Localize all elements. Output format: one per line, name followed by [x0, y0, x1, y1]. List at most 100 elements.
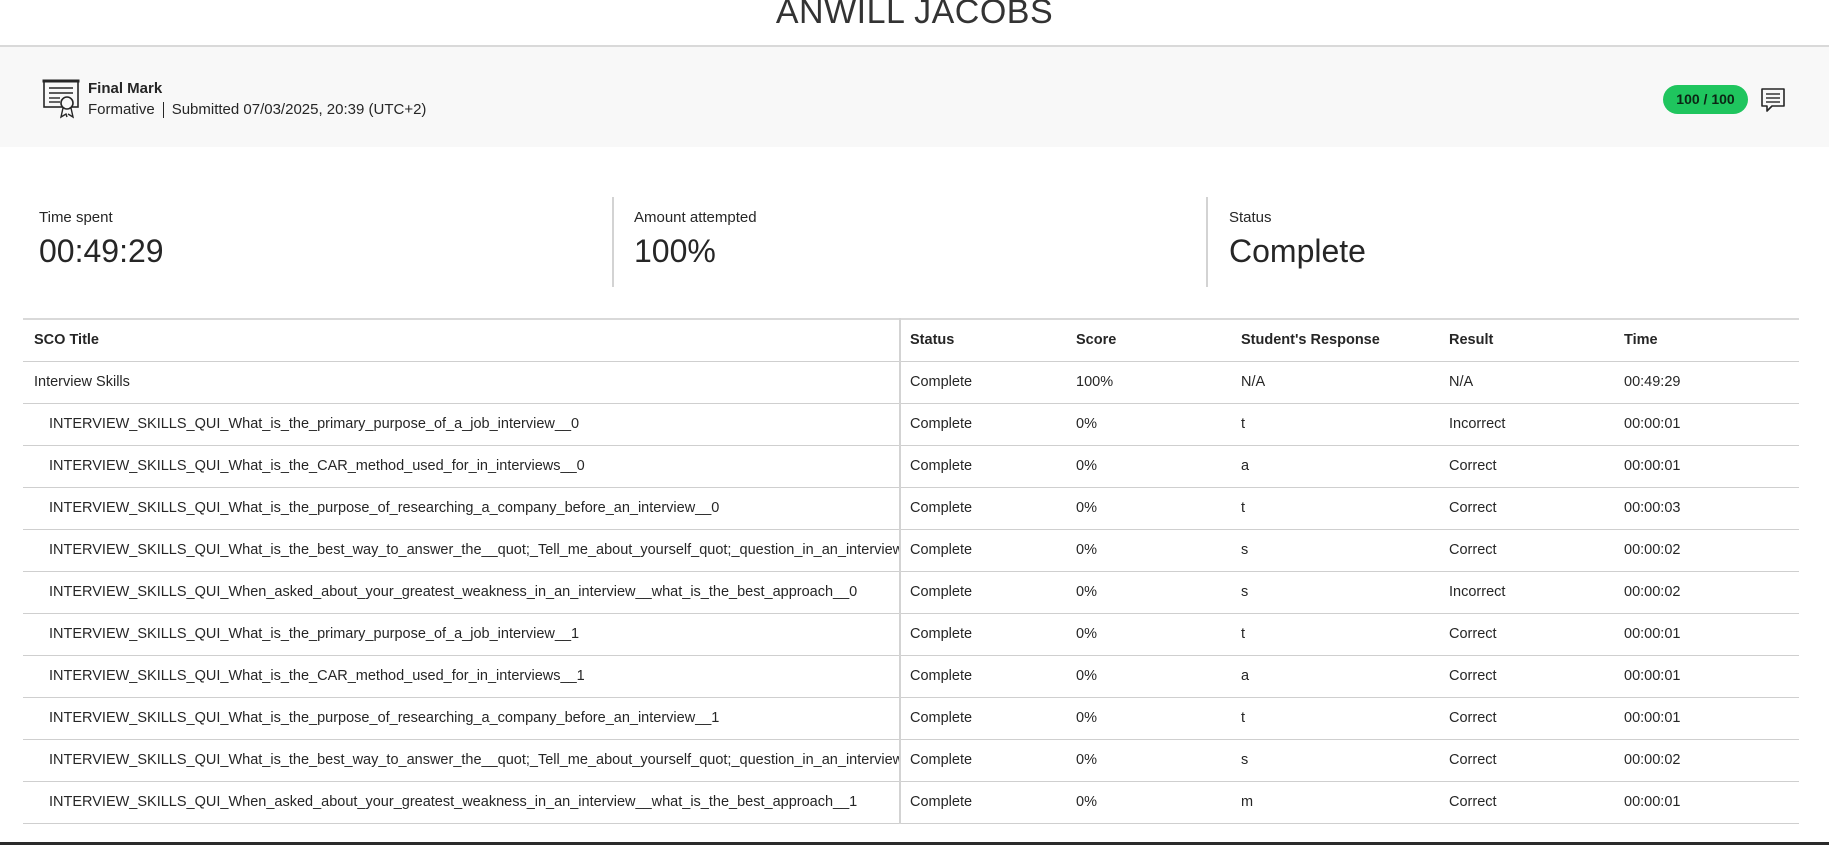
cell-status: Complete — [910, 584, 973, 600]
cell-response: t — [1241, 626, 1246, 642]
cell-status: Complete — [910, 794, 973, 810]
cell-result: Correct — [1449, 626, 1497, 642]
column-header-response: Student's Response — [1241, 332, 1380, 349]
cell-time: 00:49:29 — [1624, 374, 1681, 390]
stat-value: 100% — [634, 233, 716, 269]
cell-status: Complete — [910, 374, 973, 390]
cell-score: 0% — [1076, 626, 1097, 642]
cell-sco-title: INTERVIEW_SKILLS_QUI_What_is_the_primary… — [23, 403, 901, 445]
cell-status: Complete — [910, 500, 973, 516]
comment-icon[interactable] — [1760, 87, 1786, 113]
cell-status: Complete — [910, 710, 973, 726]
cell-response: t — [1241, 500, 1246, 516]
stat-time-spent: Time spent 00:49:29 — [39, 197, 599, 287]
sco-table-container: SCO Title Status Score Student's Respons… — [23, 318, 1799, 824]
table-header-row: SCO Title Status Score Student's Respons… — [23, 319, 1799, 361]
cell-response: m — [1241, 794, 1254, 810]
cell-sco-title: INTERVIEW_SKILLS_QUI_What_is_the_CAR_met… — [23, 445, 901, 487]
cell-time: 00:00:02 — [1624, 542, 1681, 558]
cell-response: a — [1241, 458, 1250, 474]
column-header-status: Status — [910, 332, 955, 349]
table-row: INTERVIEW_SKILLS_QUI_What_is_the_best_wa… — [23, 529, 1799, 571]
column-header-result: Result — [1449, 332, 1494, 349]
cell-sco-title: Interview Skills — [23, 361, 901, 403]
table-row: INTERVIEW_SKILLS_QUI_What_is_the_purpose… — [23, 697, 1799, 739]
cell-sco-title: INTERVIEW_SKILLS_QUI_What_is_the_purpose… — [23, 697, 901, 739]
stat-label: Time spent — [39, 209, 113, 226]
cell-time: 00:00:02 — [1624, 584, 1681, 600]
cell-response: s — [1241, 584, 1249, 600]
grade-title: Final Mark — [88, 80, 163, 97]
grade-panel: Final Mark Formative Submitted 07/03/202… — [0, 47, 1829, 147]
cell-result: Incorrect — [1449, 584, 1506, 600]
meta-divider — [162, 101, 164, 118]
cell-response: s — [1241, 542, 1249, 558]
cell-status: Complete — [910, 542, 973, 558]
stat-amount-attempted: Amount attempted 100% — [634, 197, 1194, 287]
cell-result: Correct — [1449, 710, 1497, 726]
column-header-sco-title: SCO Title — [23, 319, 901, 361]
cell-result: N/A — [1449, 374, 1474, 390]
stat-label: Amount attempted — [634, 209, 757, 226]
cell-result: Correct — [1449, 542, 1497, 558]
submission-date: Submitted 07/03/2025, 20:39 (UTC+2) — [171, 101, 427, 118]
cell-score: 0% — [1076, 668, 1097, 684]
table-row: INTERVIEW_SKILLS_QUI_What_is_the_best_wa… — [23, 739, 1799, 781]
cell-response: a — [1241, 668, 1250, 684]
cell-score: 0% — [1076, 794, 1097, 810]
certificate-icon — [42, 79, 80, 119]
cell-time: 00:00:01 — [1624, 626, 1681, 642]
cell-time: 00:00:01 — [1624, 458, 1681, 474]
cell-response: t — [1241, 416, 1246, 432]
student-name: ANWILL JACOBS — [775, 0, 1054, 31]
cell-sco-title: INTERVIEW_SKILLS_QUI_What_is_the_best_wa… — [23, 529, 901, 571]
cell-sco-title: INTERVIEW_SKILLS_QUI_When_asked_about_yo… — [23, 571, 901, 613]
stat-label: Status — [1229, 209, 1272, 226]
cell-score: 0% — [1076, 710, 1097, 726]
cell-sco-title: INTERVIEW_SKILLS_QUI_What_is_the_CAR_met… — [23, 655, 901, 697]
cell-sco-title: INTERVIEW_SKILLS_QUI_What_is_the_primary… — [23, 613, 901, 655]
cell-response: s — [1241, 752, 1249, 768]
cell-result: Incorrect — [1449, 416, 1506, 432]
table-row: INTERVIEW_SKILLS_QUI_What_is_the_CAR_met… — [23, 655, 1799, 697]
column-header-time: Time — [1624, 332, 1658, 349]
table-row: INTERVIEW_SKILLS_QUI_What_is_the_primary… — [23, 403, 1799, 445]
table-row: INTERVIEW_SKILLS_QUI_What_is_the_CAR_met… — [23, 445, 1799, 487]
cell-score: 0% — [1076, 584, 1097, 600]
table-row-parent: Interview Skills Complete 100% N/A N/A 00:49:… — [23, 361, 1799, 403]
cell-time: 00:00:01 — [1624, 668, 1681, 684]
score-pill[interactable]: 100 / 100 — [1663, 85, 1748, 114]
cell-response: t — [1241, 710, 1246, 726]
cell-score: 0% — [1076, 542, 1097, 558]
cell-response: N/A — [1241, 374, 1266, 390]
cell-status: Complete — [910, 752, 973, 768]
grade-meta: Formative Submitted 07/03/2025, 20:39 (U… — [88, 101, 426, 118]
cell-score: 0% — [1076, 752, 1097, 768]
cell-result: Correct — [1449, 668, 1497, 684]
cell-time: 00:00:03 — [1624, 500, 1681, 516]
stat-divider — [612, 197, 614, 287]
cell-score: 0% — [1076, 500, 1097, 516]
cell-time: 00:00:02 — [1624, 752, 1681, 768]
table-row: INTERVIEW_SKILLS_QUI_When_asked_about_yo… — [23, 571, 1799, 613]
cell-result: Correct — [1449, 500, 1497, 516]
sco-table: SCO Title Status Score Student's Respons… — [23, 318, 1799, 824]
cell-time: 00:00:01 — [1624, 416, 1681, 432]
cell-score: 100% — [1076, 374, 1114, 390]
cell-time: 00:00:01 — [1624, 710, 1681, 726]
cell-result: Correct — [1449, 794, 1497, 810]
table-row: INTERVIEW_SKILLS_QUI_What_is_the_primary… — [23, 613, 1799, 655]
attempt-stats: Time spent 00:49:29 Amount attempted 100… — [0, 197, 1829, 287]
cell-sco-title: INTERVIEW_SKILLS_QUI_When_asked_about_yo… — [23, 781, 901, 823]
grade-type: Formative — [88, 101, 155, 118]
stat-status: Status Complete — [1229, 197, 1789, 287]
page-header: ANWILL JACOBS — [0, 0, 1829, 47]
cell-sco-title: INTERVIEW_SKILLS_QUI_What_is_the_purpose… — [23, 487, 901, 529]
table-row: INTERVIEW_SKILLS_QUI_What_is_the_purpose… — [23, 487, 1799, 529]
stat-value: Complete — [1229, 233, 1366, 269]
table-row: INTERVIEW_SKILLS_QUI_When_asked_about_yo… — [23, 781, 1799, 823]
cell-score: 0% — [1076, 416, 1097, 432]
column-header-score: Score — [1076, 332, 1117, 349]
cell-result: Correct — [1449, 752, 1497, 768]
cell-status: Complete — [910, 416, 973, 432]
